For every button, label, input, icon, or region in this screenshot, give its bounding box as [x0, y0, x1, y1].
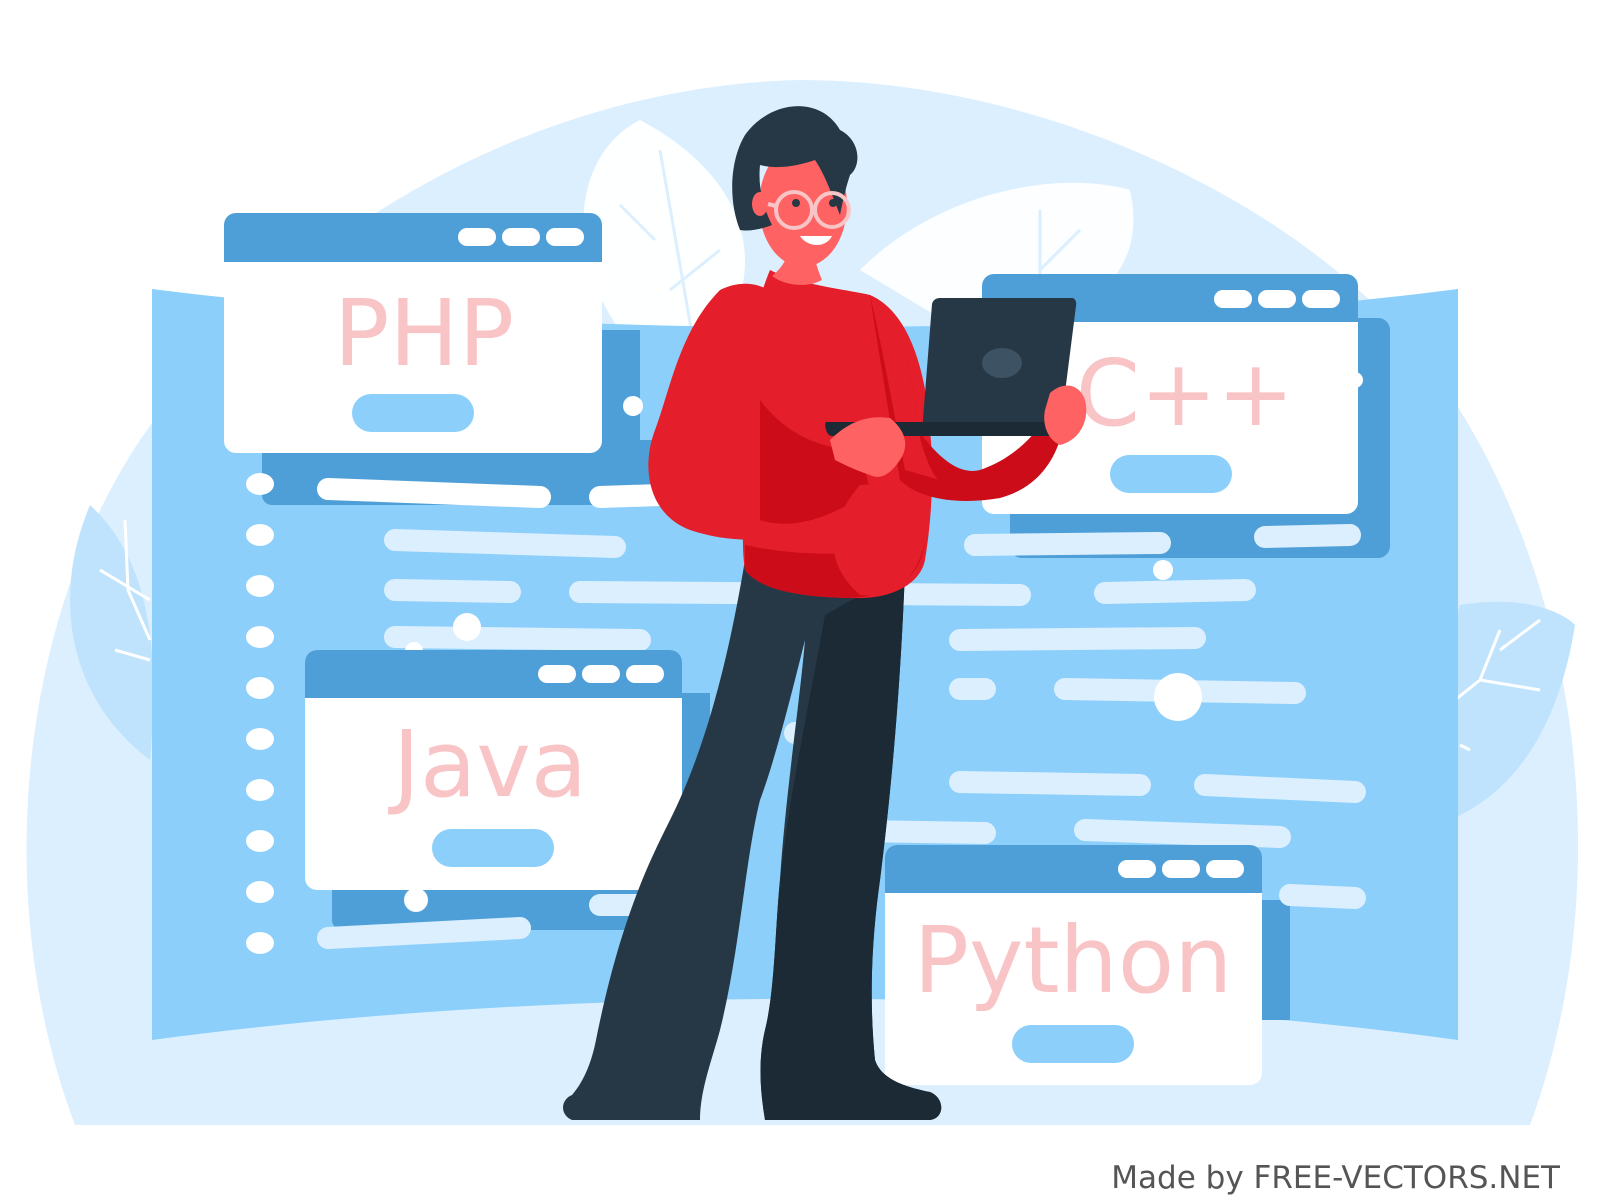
window-control-dot: [546, 228, 584, 246]
ear: [752, 192, 768, 216]
window-control-dot: [582, 665, 620, 683]
code-block-backing: [600, 330, 640, 440]
window-control-dot: [1162, 860, 1200, 878]
credit-text: Made by FREE-VECTORS.NET: [1111, 1160, 1560, 1196]
window-control-dot: [458, 228, 496, 246]
cpp-button: [1110, 455, 1232, 493]
illustration: PHP C++ Java Python: [26, 80, 1579, 1125]
window-control-dot: [502, 228, 540, 246]
window-control-dot: [538, 665, 576, 683]
window-control-dot: [626, 665, 664, 683]
cpp-label: C++: [1076, 340, 1294, 447]
php-window: PHP: [224, 213, 602, 453]
window-control-dot: [1206, 860, 1244, 878]
window-control-dot: [1214, 290, 1252, 308]
php-button: [352, 394, 474, 432]
php-label: PHP: [334, 280, 514, 387]
python-label: Python: [914, 907, 1233, 1014]
python-window: Python: [885, 845, 1262, 1085]
window-control-dot: [1118, 860, 1156, 878]
java-label: Java: [388, 711, 587, 818]
window-control-dot: [1302, 290, 1340, 308]
python-button: [1012, 1025, 1134, 1063]
java-window: Java: [305, 650, 682, 890]
java-button: [432, 829, 554, 867]
window-control-dot: [1258, 290, 1296, 308]
